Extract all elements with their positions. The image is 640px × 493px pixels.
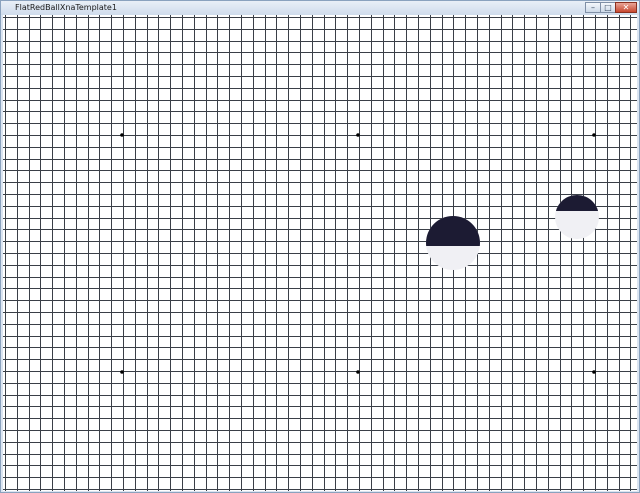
window-title: FlatRedBallXnaTemplate1 bbox=[15, 3, 117, 12]
grid-marker-dot bbox=[592, 133, 596, 137]
sprite-large-ball bbox=[426, 216, 480, 270]
game-window: FlatRedBallXnaTemplate1 – □ ✕ bbox=[0, 0, 640, 493]
grid-marker-dot bbox=[356, 133, 360, 137]
grid-lines bbox=[3, 15, 637, 491]
minimize-button[interactable]: – bbox=[585, 2, 601, 13]
grid-marker-dot bbox=[120, 370, 124, 374]
game-viewport[interactable] bbox=[3, 15, 637, 491]
grid-marker-dot bbox=[592, 370, 596, 374]
caption-buttons: – □ ✕ bbox=[585, 2, 637, 14]
game-scene bbox=[3, 15, 637, 491]
minimize-icon: – bbox=[591, 2, 595, 12]
maximize-icon: □ bbox=[604, 2, 612, 12]
close-button[interactable]: ✕ bbox=[615, 2, 637, 13]
grid-marker-dot bbox=[356, 370, 360, 374]
title-bar[interactable]: FlatRedBallXnaTemplate1 – □ ✕ bbox=[1, 1, 639, 15]
grid-marker-dot bbox=[120, 133, 124, 137]
maximize-button[interactable]: □ bbox=[600, 2, 616, 13]
close-icon: ✕ bbox=[622, 2, 630, 12]
sprite-large-ball-dark bbox=[426, 216, 480, 246]
